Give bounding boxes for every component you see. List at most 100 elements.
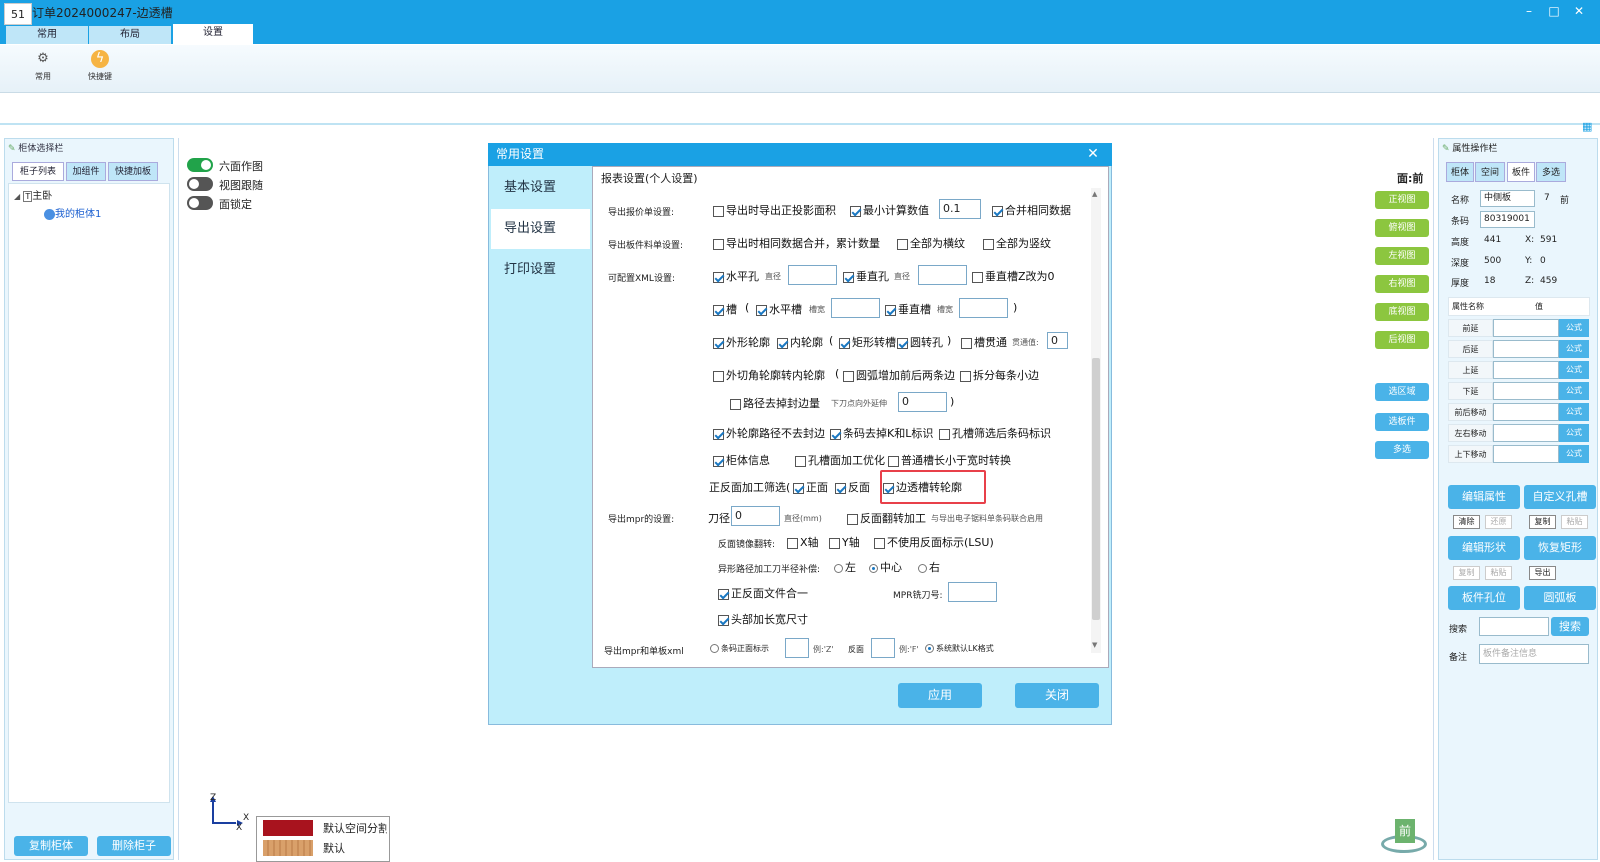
path-remove-checkbox[interactable]: 路径去掉封边量 bbox=[730, 395, 820, 411]
select-region-button[interactable]: 选区域 bbox=[1375, 383, 1429, 401]
custom-rect-button[interactable]: 自定义孔槽 bbox=[1524, 485, 1596, 509]
tab-add-component[interactable]: 加组件 bbox=[66, 162, 106, 181]
flip-checkbox[interactable]: 反面翻转加工 bbox=[847, 510, 926, 526]
comp-left-radio[interactable]: 左 bbox=[834, 559, 856, 575]
round-hole-checkbox[interactable]: 圆转孔 bbox=[897, 334, 943, 350]
note-input[interactable]: 板件备注信息 bbox=[1479, 644, 1589, 664]
outer-contour-checkbox[interactable]: 外形轮廓 bbox=[713, 334, 770, 350]
apply-button[interactable]: 应用 bbox=[898, 683, 982, 708]
all-vertical-checkbox[interactable]: 全部为竖纹 bbox=[983, 235, 1051, 251]
front-mark-radio[interactable]: 条码正面标示 bbox=[710, 643, 769, 654]
slot-switch-checkbox[interactable]: 普通槽长小于宽时转换 bbox=[888, 452, 1011, 468]
vslot-width-input[interactable] bbox=[959, 298, 1008, 318]
nav-basic-settings[interactable]: 基本设置 bbox=[491, 168, 590, 208]
hslot-checkbox[interactable]: 水平槽 bbox=[756, 301, 802, 317]
copy-cabinet-button[interactable]: 复制柜体 bbox=[14, 836, 88, 856]
vhole-dia-input[interactable] bbox=[918, 265, 967, 285]
cab-info-checkbox[interactable]: 柜体信息 bbox=[713, 452, 770, 468]
tree-node-root[interactable]: ◢ T 主卧 bbox=[14, 187, 52, 202]
back-view-button[interactable]: 后视图 bbox=[1375, 331, 1429, 349]
head-add-checkbox[interactable]: 头部加长宽尺寸 bbox=[718, 611, 808, 627]
front-mark-input[interactable] bbox=[785, 638, 809, 658]
cut-corner-checkbox[interactable]: 外切角轮廓转内轮廓 bbox=[713, 367, 825, 383]
prop-value-input[interactable] bbox=[1493, 403, 1559, 421]
front-view-button[interactable]: 正视图 bbox=[1375, 191, 1429, 209]
slot-checkbox[interactable]: 槽 bbox=[713, 301, 737, 317]
split-edge-checkbox[interactable]: 拆分每条小边 bbox=[960, 367, 1039, 383]
vhole-checkbox[interactable]: 垂直孔 bbox=[843, 268, 889, 284]
arc-board-button[interactable]: 圆弧板 bbox=[1524, 586, 1596, 610]
view-follow-toggle[interactable] bbox=[187, 177, 213, 191]
tab-common[interactable]: 常用 bbox=[6, 26, 88, 44]
mirror-x-checkbox[interactable]: X轴 bbox=[787, 534, 819, 550]
board-hole-button[interactable]: 板件孔位 bbox=[1448, 586, 1520, 610]
paste-button[interactable]: 粘贴 bbox=[1561, 515, 1588, 529]
rect-slot-checkbox[interactable]: 矩形转槽 bbox=[839, 334, 896, 350]
multi-select-button[interactable]: 多选 bbox=[1375, 441, 1429, 459]
close-window-button[interactable]: ✕ bbox=[1571, 3, 1587, 19]
right-view-button[interactable]: 右视图 bbox=[1375, 275, 1429, 293]
min-value-checkbox[interactable]: 最小计算数值 bbox=[850, 202, 929, 218]
left-view-button[interactable]: 左视图 bbox=[1375, 247, 1429, 265]
knife-input[interactable]: 0 bbox=[731, 506, 780, 526]
barcode-kl-checkbox[interactable]: 条码去掉K和L标识 bbox=[830, 425, 933, 441]
prop-value-input[interactable] bbox=[1493, 445, 1559, 463]
down-extend-input[interactable]: 0 bbox=[898, 392, 947, 412]
barcode-input[interactable]: 80319001 bbox=[1480, 211, 1535, 228]
prop-value-input[interactable] bbox=[1493, 424, 1559, 442]
vslot-checkbox[interactable]: 垂直槽 bbox=[885, 301, 931, 317]
formula-button[interactable]: 公式 bbox=[1559, 445, 1589, 463]
grid-icon[interactable]: ▦ bbox=[1582, 121, 1593, 132]
merge-same-checkbox[interactable]: 合并相同数据 bbox=[992, 202, 1071, 218]
minimize-button[interactable]: – bbox=[1521, 3, 1537, 19]
formula-button[interactable]: 公式 bbox=[1559, 424, 1589, 442]
tab-settings[interactable]: 设置 bbox=[173, 24, 253, 45]
hslot-width-input[interactable] bbox=[831, 298, 880, 318]
prop-value-input[interactable] bbox=[1493, 340, 1559, 358]
export-projection-checkbox[interactable]: 导出时导出正投影面积 bbox=[713, 202, 836, 218]
tab-multi[interactable]: 多选 bbox=[1536, 162, 1566, 182]
view-cube[interactable]: 前 bbox=[1381, 815, 1427, 855]
prop-value-input[interactable] bbox=[1493, 382, 1559, 400]
formula-button[interactable]: 公式 bbox=[1559, 319, 1589, 337]
six-face-toggle[interactable] bbox=[187, 158, 213, 172]
slot-through-checkbox[interactable]: 槽贯通 bbox=[961, 334, 1007, 350]
nav-print-settings[interactable]: 打印设置 bbox=[491, 250, 590, 290]
formula-button[interactable]: 公式 bbox=[1559, 340, 1589, 358]
bottom-view-button[interactable]: 底视图 bbox=[1375, 303, 1429, 321]
tab-space[interactable]: 空间 bbox=[1475, 162, 1505, 182]
scrollbar-thumb[interactable] bbox=[1092, 358, 1100, 620]
merge-file-checkbox[interactable]: 正反面文件合一 bbox=[718, 585, 808, 601]
tab-quick-board[interactable]: 快捷加板 bbox=[108, 162, 158, 181]
restore-rect-button[interactable]: 恢复矩形 bbox=[1524, 536, 1596, 560]
delete-cabinet-button[interactable]: 删除柜子 bbox=[97, 836, 171, 856]
all-horizontal-checkbox[interactable]: 全部为横纹 bbox=[897, 235, 965, 251]
comp-right-radio[interactable]: 右 bbox=[918, 559, 940, 575]
vslot-z0-checkbox[interactable]: 垂直槽Z改为0 bbox=[972, 268, 1055, 284]
no-edge-checkbox[interactable]: 外轮廓路径不去封边 bbox=[713, 425, 825, 441]
no-back-mark-checkbox[interactable]: 不使用反面标示(LSU) bbox=[874, 534, 994, 550]
dialog-close-icon[interactable]: ✕ bbox=[1085, 146, 1101, 162]
inner-contour-checkbox[interactable]: 内轮廓 bbox=[777, 334, 823, 350]
expand-icon[interactable]: ◢ bbox=[14, 192, 20, 201]
search-input[interactable] bbox=[1479, 617, 1549, 636]
edit-attr-button[interactable]: 编辑属性 bbox=[1448, 485, 1520, 509]
tab-cabinet[interactable]: 柜体 bbox=[1446, 162, 1474, 182]
hole-filter-checkbox[interactable]: 孔槽筛选后条码标识 bbox=[939, 425, 1051, 441]
formula-button[interactable]: 公式 bbox=[1559, 382, 1589, 400]
scroll-down-icon[interactable]: ▼ bbox=[1092, 641, 1097, 649]
copy-button[interactable]: 复制 bbox=[1529, 515, 1556, 529]
tree-node-cabinet[interactable]: 我的柜体1 bbox=[44, 205, 101, 220]
comp-center-radio[interactable]: 中心 bbox=[869, 559, 902, 575]
search-button[interactable]: 搜索 bbox=[1551, 617, 1589, 636]
maximize-button[interactable]: □ bbox=[1546, 3, 1562, 19]
mpr-knife-input[interactable] bbox=[948, 582, 997, 602]
top-view-button[interactable]: 俯视图 bbox=[1375, 219, 1429, 237]
clear-button[interactable]: 清除 bbox=[1453, 515, 1480, 529]
edit-shape-button[interactable]: 编辑形状 bbox=[1448, 536, 1520, 560]
name-input[interactable]: 中侧板 bbox=[1480, 190, 1535, 207]
hhole-checkbox[interactable]: 水平孔 bbox=[713, 268, 759, 284]
tab-board[interactable]: 板件 bbox=[1507, 162, 1535, 182]
common-settings-button[interactable]: ⚙ 常用 bbox=[25, 50, 61, 82]
restore-button[interactable]: 还原 bbox=[1485, 515, 1512, 529]
